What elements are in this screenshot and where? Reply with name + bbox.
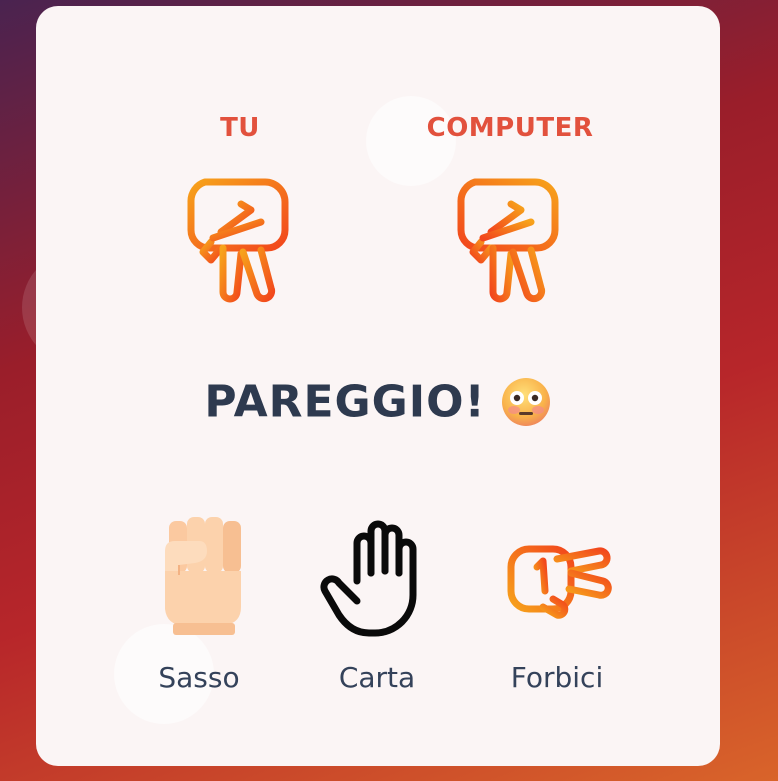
scissors-icon bbox=[457, 178, 559, 303]
game-card: TU COMPUTER PAREGGIO! Sasso Carta Forbic… bbox=[36, 6, 720, 766]
choice-paper-button[interactable]: Carta bbox=[302, 511, 452, 694]
choice-rock-label: Sasso bbox=[158, 661, 240, 694]
result-text: PAREGGIO! bbox=[204, 376, 486, 428]
choice-scissors-label: Forbici bbox=[510, 661, 604, 694]
scissors-hand-icon bbox=[507, 545, 612, 619]
computer-label: COMPUTER bbox=[426, 113, 594, 143]
player-label: TU bbox=[220, 113, 260, 143]
flushed-face-icon bbox=[501, 378, 550, 426]
rock-fist-icon bbox=[165, 517, 241, 635]
choice-rock-button[interactable]: Sasso bbox=[124, 511, 274, 694]
scissors-icon bbox=[187, 178, 289, 303]
computer-panel: COMPUTER bbox=[400, 110, 620, 310]
player-panel: TU bbox=[130, 110, 350, 310]
choice-scissors-button[interactable]: Forbici bbox=[482, 511, 632, 694]
paper-hand-icon bbox=[320, 520, 417, 637]
choice-paper-label: Carta bbox=[338, 661, 416, 694]
result-message: PAREGGIO! bbox=[36, 374, 720, 428]
